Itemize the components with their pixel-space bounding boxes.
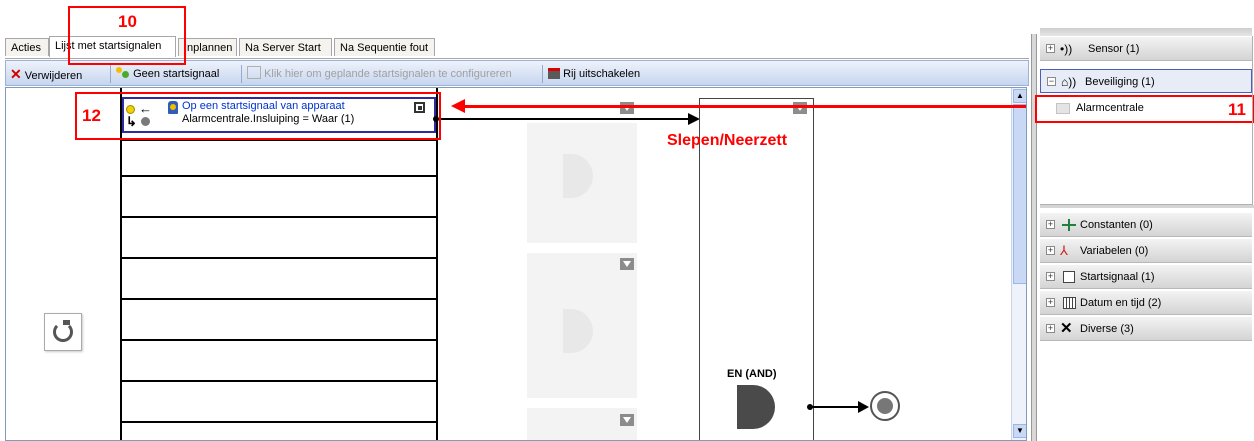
row-separator	[120, 339, 438, 341]
tree-border	[1040, 36, 1253, 205]
group-label: Diverse (3)	[1080, 323, 1134, 335]
configure-label: Klik hier om geplande startsignalen te c…	[264, 68, 512, 80]
connection-line	[439, 118, 689, 120]
end-node-icon[interactable]	[870, 391, 900, 421]
tab-na-server-start[interactable]: Na Server Start	[239, 38, 332, 56]
dropdown-arrow-icon[interactable]	[620, 258, 634, 270]
callout-10-label: 10	[118, 12, 137, 31]
tools-icon: ✕	[1060, 320, 1073, 337]
delete-icon: ✕	[10, 66, 22, 82]
delete-button[interactable]: ✕ Verwijderen	[10, 66, 82, 82]
delete-label: Verwijderen	[24, 70, 83, 82]
toolbar-separator	[110, 65, 111, 83]
panel-divider	[1040, 205, 1254, 208]
variable-icon: ⅄	[1060, 243, 1068, 258]
row-separator	[120, 257, 438, 259]
row-separator	[120, 380, 438, 382]
group-datum-tijd[interactable]: + Datum en tijd (2)	[1040, 291, 1252, 315]
callout-12-label: 12	[82, 106, 101, 125]
drag-label: Slepen/Neerzett	[667, 132, 788, 149]
group-constanten[interactable]: + Constanten (0)	[1040, 213, 1252, 237]
group-startsignaal[interactable]: + Startsignaal (1)	[1040, 265, 1252, 289]
device-panel: + •)) Sensor (1) − ⌂)) Beveiliging (1) A…	[1035, 0, 1254, 441]
scroll-down-button[interactable]: ▼	[1013, 424, 1026, 438]
dropdown-arrow-icon[interactable]	[620, 102, 634, 114]
dropdown-arrow-icon[interactable]	[620, 414, 634, 426]
scroll-up-button[interactable]: ▲	[1013, 89, 1026, 103]
signal-icon	[116, 67, 130, 79]
row-separator	[120, 175, 438, 177]
group-diverse[interactable]: + ✕ Diverse (3)	[1040, 317, 1252, 341]
expand-icon[interactable]: +	[1046, 220, 1055, 229]
no-signal-label: Geen startsignaal	[133, 68, 220, 80]
and-gate-label: EN (AND)	[727, 368, 777, 380]
gate-output-line	[812, 406, 860, 408]
constant-icon	[1060, 217, 1078, 233]
sequence-canvas[interactable]: ← ↳ Op een startsignaal van apparaat Ala…	[5, 87, 1027, 441]
expand-icon[interactable]: +	[1046, 272, 1055, 281]
configure-schedule-button[interactable]: Klik hier om geplande startsignalen te c…	[247, 66, 512, 82]
tab-acties[interactable]: Acties	[5, 38, 49, 56]
panel-top-fragment	[1040, 28, 1252, 36]
tab-inplannen[interactable]: Inplannen	[178, 38, 237, 56]
group-label: Datum en tijd (2)	[1080, 297, 1162, 309]
group-variabelen[interactable]: + ⅄ Variabelen (0)	[1040, 239, 1252, 263]
toolbar-separator	[241, 65, 242, 83]
expand-icon[interactable]: +	[1046, 324, 1055, 333]
callout-12-box	[75, 92, 441, 140]
row-separator	[120, 216, 438, 218]
row-separator	[120, 298, 438, 300]
disable-row-icon	[548, 68, 560, 79]
no-signal-button[interactable]: Geen startsignaal	[116, 66, 219, 82]
expand-icon[interactable]: +	[1046, 298, 1055, 307]
row-separator	[120, 421, 438, 423]
calendar-icon	[247, 66, 261, 79]
calendar-icon	[1060, 295, 1078, 311]
tab-na-sequentie-fout[interactable]: Na Sequentie fout	[334, 38, 435, 56]
dropdown-arrow-icon[interactable]	[793, 102, 807, 114]
gate-output-arrowhead	[858, 401, 869, 413]
drag-arrowhead	[451, 99, 465, 113]
scroll-thumb[interactable]	[1013, 104, 1026, 284]
vertical-scrollbar[interactable]: ▲ ▼	[1011, 88, 1026, 440]
disable-row-label: Rij uitschakelen	[563, 68, 641, 80]
group-label: Variabelen (0)	[1080, 245, 1149, 257]
drag-arrow-line	[464, 105, 1026, 108]
expand-icon[interactable]: +	[1046, 246, 1055, 255]
refresh-icon[interactable]	[44, 313, 82, 351]
start-signal-icon	[1060, 269, 1078, 285]
group-label: Constanten (0)	[1080, 219, 1153, 231]
toolbar-separator	[542, 65, 543, 83]
disable-row-button[interactable]: Rij uitschakelen	[548, 66, 640, 82]
group-label: Startsignaal (1)	[1080, 271, 1155, 283]
